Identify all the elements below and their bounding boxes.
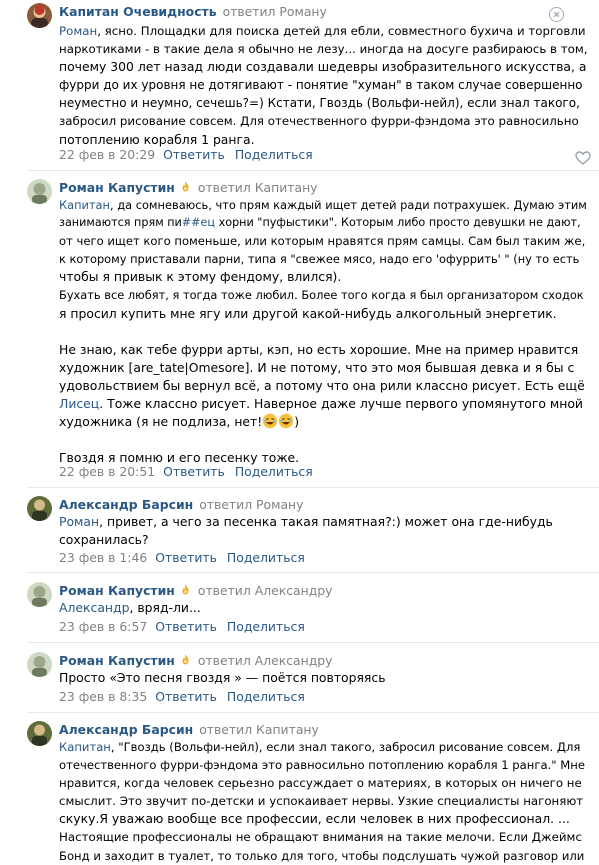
comment-footer: 22 фев в 20:29 Ответить Поделиться: [59, 147, 313, 163]
addressee-link[interactable]: Капитан: [59, 198, 110, 212]
fire-badge-icon: [179, 653, 192, 666]
reply-target[interactable]: ответил Александру: [198, 583, 333, 598]
comment-text: Просто «Это песня гвоздя » — поётся повт…: [59, 670, 386, 685]
comment-header: Александр Барсин ответил Капитану: [59, 721, 319, 739]
comment-footer: 23 фев в 6:57 Ответить Поделиться: [59, 619, 305, 635]
comment-header: Роман Капустин ответил Александру: [59, 582, 333, 600]
reply-button[interactable]: Ответить: [163, 464, 225, 479]
comment-header: Роман Капустин ответил Капитану: [59, 179, 318, 197]
comment-date[interactable]: 23 фев в 8:35: [59, 689, 147, 704]
avatar[interactable]: [27, 582, 52, 607]
reply-target[interactable]: ответил Роману: [199, 497, 303, 512]
separator: [27, 170, 599, 171]
author-name[interactable]: Роман Капустин: [59, 180, 175, 195]
comment-date[interactable]: 22 фев в 20:51: [59, 464, 155, 479]
comment-date[interactable]: 23 фев в 1:46: [59, 550, 147, 565]
avatar[interactable]: [27, 179, 52, 204]
comment-footer: 22 фев в 20:51 Ответить Поделиться: [59, 464, 313, 480]
author-name[interactable]: Роман Капустин: [59, 583, 175, 598]
reply-button[interactable]: Ответить: [155, 550, 217, 565]
comment-header: Капитан Очевидность ответил Роману: [59, 3, 327, 21]
comment-text: Роман, ясно. Площадки для поиска детей д…: [59, 24, 588, 147]
comment-header: Роман Капустин ответил Александру: [59, 652, 333, 670]
reply-button[interactable]: Ответить: [163, 147, 225, 162]
author-name[interactable]: Роман Капустин: [59, 653, 175, 668]
comment-text: Александр, вряд-ли...: [59, 600, 201, 615]
reply-target[interactable]: ответил Капитану: [199, 722, 319, 737]
avatar[interactable]: [27, 3, 52, 28]
reply-target[interactable]: ответил Капитану: [198, 180, 318, 195]
comments-feed: Капитан Очевидность ответил Роману Роман,…: [0, 0, 599, 863]
comment-text: Капитан, да сомневаюсь, что прям каждый …: [59, 198, 587, 466]
share-button[interactable]: Поделиться: [227, 689, 305, 704]
addressee-link[interactable]: Роман: [59, 514, 99, 529]
author-name[interactable]: Александр Барсин: [59, 722, 193, 737]
hashtag-link[interactable]: ##ец: [182, 216, 215, 229]
reply-button[interactable]: Ответить: [155, 689, 217, 704]
separator: [27, 487, 599, 488]
share-button[interactable]: Поделиться: [227, 550, 305, 565]
avatar[interactable]: [27, 652, 52, 677]
heart-icon[interactable]: [575, 151, 591, 165]
fire-badge-icon: [179, 583, 192, 596]
addressee-link[interactable]: Капитан: [59, 740, 111, 754]
comment-footer: 23 фев в 8:35 Ответить Поделиться: [59, 689, 305, 705]
comment-footer: 23 фев в 1:46 Ответить Поделиться: [59, 550, 305, 566]
separator: [27, 572, 599, 573]
comment-date[interactable]: 23 фев в 6:57: [59, 619, 147, 634]
avatar[interactable]: [27, 721, 52, 746]
reply-target[interactable]: ответил Александру: [198, 653, 333, 668]
reply-button[interactable]: Ответить: [155, 619, 217, 634]
separator: [27, 712, 599, 713]
share-button[interactable]: Поделиться: [227, 619, 305, 634]
avatar[interactable]: [27, 496, 52, 521]
author-name[interactable]: Капитан Очевидность: [59, 4, 217, 19]
share-button[interactable]: Поделиться: [235, 147, 313, 162]
close-icon[interactable]: [549, 7, 564, 22]
comment-text: Капитан, "Гвоздь (Вольфи-нейл), если зна…: [59, 740, 585, 863]
comment-date[interactable]: 22 фев в 20:29: [59, 147, 155, 162]
fire-badge-icon: [179, 180, 192, 193]
addressee-link[interactable]: Роман: [59, 24, 97, 38]
reply-target[interactable]: ответил Роману: [223, 4, 327, 19]
rofl-emoji: [262, 413, 278, 429]
addressee-link[interactable]: Александр: [59, 600, 129, 615]
author-name[interactable]: Александр Барсин: [59, 497, 193, 512]
comment-text: Роман, привет, а чего за песенка такая п…: [59, 514, 553, 548]
mention-link[interactable]: Лисец: [59, 396, 99, 411]
rofl-emoji: [278, 413, 294, 429]
separator: [27, 642, 599, 643]
share-button[interactable]: Поделиться: [235, 464, 313, 479]
comment-header: Александр Барсин ответил Роману: [59, 496, 303, 514]
